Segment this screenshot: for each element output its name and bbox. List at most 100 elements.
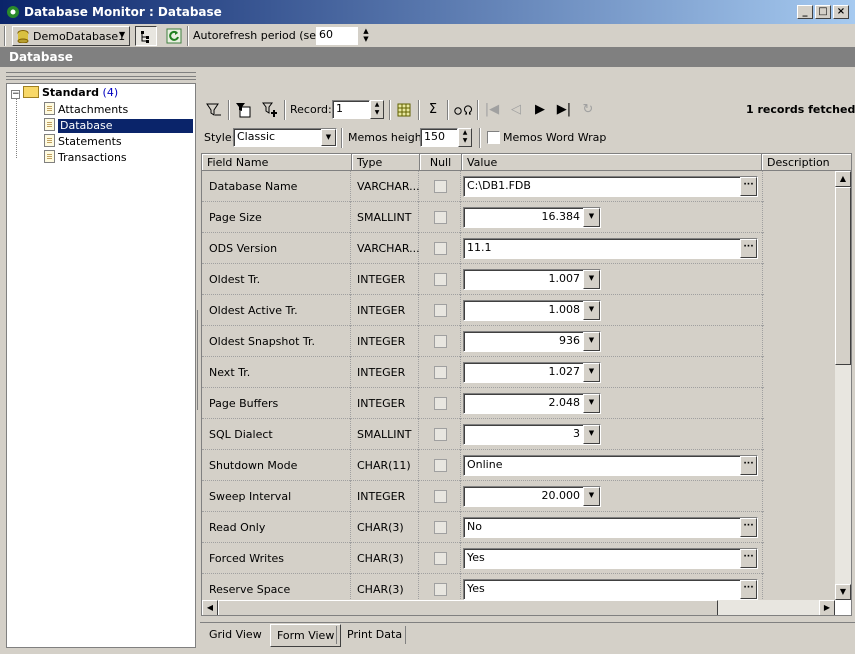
table-row[interactable]: Next Tr. INTEGER 1.027 ▼ [202,357,835,388]
ellipsis-icon[interactable]: ··· [740,549,757,568]
close-button[interactable]: × [833,5,849,19]
refresh-button[interactable] [164,26,184,46]
vertical-splitter[interactable] [197,310,200,410]
value-text-editor[interactable]: Yes ··· [463,579,758,600]
tab-grid-view[interactable]: Grid View [203,624,268,647]
table-row[interactable]: Oldest Snapshot Tr. INTEGER 936 ▼ [202,326,835,357]
word-wrap-checkbox[interactable] [487,131,500,144]
scroll-thumb[interactable] [835,187,851,365]
filter-button[interactable] [204,100,224,120]
vertical-scrollbar[interactable]: ▲ ▼ [835,171,851,600]
refresh-data-button[interactable]: ↻ [578,100,598,120]
first-record-button[interactable]: |◀ [482,100,502,120]
horizontal-scrollbar[interactable]: ◀ ▶ [202,600,835,615]
null-checkbox[interactable] [434,521,447,534]
column-header-type[interactable]: Type [352,154,420,171]
value-number-editor[interactable]: 1.007 ▼ [463,269,601,290]
table-row[interactable]: Oldest Active Tr. INTEGER 1.008 ▼ [202,295,835,326]
filter-editor-button[interactable] [233,100,253,120]
tree-item-transactions[interactable]: Transactions [44,150,127,165]
last-record-button[interactable]: ▶| [554,100,574,120]
autorefresh-spinner[interactable]: ▲ ▼ [360,27,372,45]
hscroll-thumb[interactable] [218,600,718,615]
value-number-editor[interactable]: 936 ▼ [463,331,601,352]
value-number-editor[interactable]: 3 ▼ [463,424,601,445]
null-checkbox[interactable] [434,459,447,472]
scroll-left-button[interactable]: ◀ [202,600,218,615]
table-row[interactable]: Forced Writes CHAR(3) Yes ··· [202,543,835,574]
table-row[interactable]: Reserve Space CHAR(3) Yes ··· [202,574,835,600]
value-text-editor[interactable]: No ··· [463,517,758,538]
record-input[interactable]: 1 [332,100,370,119]
value-number-editor[interactable]: 20.000 ▼ [463,486,601,507]
null-checkbox[interactable] [434,490,447,503]
null-checkbox[interactable] [434,366,447,379]
chevron-down-icon[interactable]: ▼ [583,332,600,351]
value-number-editor[interactable]: 2.048 ▼ [463,393,601,414]
scroll-right-button[interactable]: ▶ [819,600,835,615]
chevron-down-icon[interactable]: ▼ [321,129,336,146]
database-combo[interactable]: DemoDatabase1 ▼ [12,26,130,46]
value-number-editor[interactable]: 1.027 ▼ [463,362,601,383]
value-number-editor[interactable]: 1.008 ▼ [463,300,601,321]
null-checkbox[interactable] [434,428,447,441]
tree-item-attachments[interactable]: Attachments [44,102,128,117]
minimize-button[interactable]: _ [797,5,813,19]
null-checkbox[interactable] [434,397,447,410]
chevron-down-icon[interactable]: ▼ [583,208,600,227]
null-checkbox[interactable] [434,583,447,596]
null-checkbox[interactable] [434,273,447,286]
maximize-button[interactable]: □ [815,5,831,19]
table-row[interactable]: Database Name VARCHAR... C:\DB1.FDB ··· [202,171,835,202]
null-checkbox[interactable] [434,335,447,348]
tree-item-statements[interactable]: Statements [44,134,122,149]
table-row[interactable]: Sweep Interval INTEGER 20.000 ▼ [202,481,835,512]
table-row[interactable]: Oldest Tr. INTEGER 1.007 ▼ [202,264,835,295]
tab-print-data[interactable]: Print Data [341,624,408,647]
value-text-editor[interactable]: Yes ··· [463,548,758,569]
table-row[interactable]: Read Only CHAR(3) No ··· [202,512,835,543]
value-text-editor[interactable]: Online ··· [463,455,758,476]
chevron-down-icon[interactable]: ▼ [583,301,600,320]
next-record-button[interactable]: ▶ [530,100,550,120]
ellipsis-icon[interactable]: ··· [740,177,757,196]
tree-item-database[interactable]: Database [44,118,193,133]
null-checkbox[interactable] [434,304,447,317]
autorefresh-input[interactable]: 60 [316,27,358,45]
chevron-down-icon[interactable]: ▼ [583,270,600,289]
table-row[interactable]: Page Size SMALLINT 16.384 ▼ [202,202,835,233]
record-spinner[interactable]: ▲ ▼ [370,100,384,119]
value-text-editor[interactable]: C:\DB1.FDB ··· [463,176,758,197]
table-row[interactable]: Shutdown Mode CHAR(11) Online ··· [202,450,835,481]
scroll-down-button[interactable]: ▼ [835,584,851,600]
unicode-button[interactable] [452,100,474,120]
ellipsis-icon[interactable]: ··· [740,580,757,599]
column-header-description[interactable]: Description [762,154,851,171]
ellipsis-icon[interactable]: ··· [740,456,757,475]
style-select[interactable]: Classic ▼ [233,128,337,147]
value-number-editor[interactable]: 16.384 ▼ [463,207,601,228]
scroll-up-button[interactable]: ▲ [835,171,851,187]
tree-view-toggle-button[interactable] [135,26,157,46]
memos-height-input[interactable]: 150 [420,128,458,147]
ellipsis-icon[interactable]: ··· [740,518,757,537]
chevron-down-icon[interactable]: ▼ [583,487,600,506]
null-checkbox[interactable] [434,552,447,565]
value-text-editor[interactable]: 11.1 ··· [463,238,758,259]
prev-record-button[interactable]: ◁ [506,100,526,120]
table-view-button[interactable] [394,100,414,120]
ellipsis-icon[interactable]: ··· [740,239,757,258]
panel-splitter[interactable] [6,72,196,80]
null-checkbox[interactable] [434,211,447,224]
summary-button[interactable]: Σ [423,100,443,120]
filter-add-button[interactable] [260,100,280,120]
table-row[interactable]: SQL Dialect SMALLINT 3 ▼ [202,419,835,450]
tree-root-standard[interactable]: − Standard (4) [11,86,118,101]
chevron-down-icon[interactable]: ▼ [583,363,600,382]
column-header-value[interactable]: Value [462,154,762,171]
chevron-down-icon[interactable]: ▼ [583,425,600,444]
table-row[interactable]: ODS Version VARCHAR... 11.1 ··· [202,233,835,264]
tab-form-view[interactable]: Form View [270,624,342,647]
table-row[interactable]: Page Buffers INTEGER 2.048 ▼ [202,388,835,419]
null-checkbox[interactable] [434,180,447,193]
